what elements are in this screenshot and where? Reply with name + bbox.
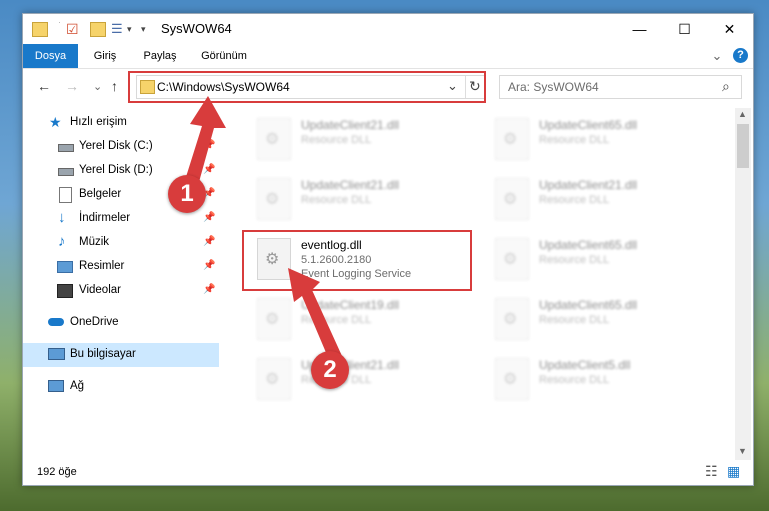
file-description: Resource DLL	[301, 194, 372, 206]
file-name: UpdateClient5.dll	[539, 358, 631, 372]
file-item[interactable]: UpdateClient5.dll Resource DLL	[481, 352, 711, 408]
new-folder-icon[interactable]	[90, 22, 106, 37]
file-item[interactable]: UpdateClient65.dll Resource DLL	[481, 292, 711, 348]
pictures-icon	[57, 261, 73, 273]
star-icon: ★	[49, 114, 62, 130]
status-bar: 192 öğe ☷ ▦	[23, 460, 753, 484]
sidebar-item-this-pc[interactable]: Bu bilgisayar	[23, 343, 219, 367]
recent-locations-button[interactable]: ⌄	[93, 80, 102, 93]
dll-file-icon	[257, 178, 291, 220]
file-item[interactable]: UpdateClient65.dll Resource DLL	[481, 232, 711, 288]
file-name: UpdateClient21.dll	[301, 118, 400, 132]
file-description: Resource DLL	[539, 314, 610, 326]
maximize-button[interactable]: ☐	[662, 14, 707, 44]
pin-icon[interactable]: 📌	[203, 284, 215, 295]
music-icon: ♪	[58, 233, 66, 250]
sidebar-item-network[interactable]: Ağ	[23, 375, 219, 399]
file-name: UpdateClient21.dll	[539, 178, 638, 192]
dll-file-icon	[495, 118, 529, 160]
file-name: UpdateClient21.dll	[301, 178, 400, 192]
cloud-icon	[48, 318, 64, 326]
file-item[interactable]: UpdateClient21.dll Resource DLL	[243, 112, 473, 168]
close-button[interactable]: ✕	[707, 14, 752, 44]
file-description: Resource DLL	[539, 134, 610, 146]
documents-icon	[59, 187, 72, 203]
scroll-up-icon[interactable]: ▲	[738, 109, 747, 119]
sidebar-item-label: Hızlı erişim	[70, 116, 127, 128]
file-name: UpdateClient65.dll	[539, 298, 638, 312]
properties-icon[interactable]: ☑	[66, 21, 82, 37]
drive-icon	[58, 144, 74, 152]
help-icon[interactable]: ?	[733, 48, 748, 63]
customize-toolbar-icon[interactable]: ▾	[141, 21, 157, 37]
sidebar-item-music[interactable]: ♪ Müzik 📌	[23, 231, 219, 255]
dll-file-icon	[495, 358, 529, 400]
title-bar: ☑ ☰ ▾ ▾ SysWOW64 — ☐ ✕	[23, 14, 753, 44]
videos-icon	[57, 284, 73, 298]
computer-icon	[48, 348, 65, 360]
up-button[interactable]: ↑	[111, 78, 118, 94]
minimize-button[interactable]: —	[617, 14, 662, 44]
sidebar-item-label: Yerel Disk (C:)	[79, 140, 153, 152]
step-1-badge: 1	[168, 175, 206, 213]
sidebar-item-label: Yerel Disk (D:)	[79, 164, 153, 176]
scroll-down-icon[interactable]: ▼	[738, 446, 747, 456]
downloads-icon: ↓	[58, 209, 66, 226]
sidebar-item-label: Belgeler	[79, 188, 122, 200]
expand-ribbon-icon[interactable]: ⌄	[709, 44, 725, 68]
pin-icon[interactable]: 📌	[203, 260, 215, 271]
tab-dosya[interactable]: Dosya	[23, 44, 78, 68]
tab-gorunum[interactable]: Görünüm	[195, 44, 253, 68]
file-description: Resource DLL	[539, 254, 610, 266]
scrollbar-thumb[interactable]	[737, 124, 749, 168]
file-name: UpdateClient65.dll	[539, 118, 638, 132]
details-view-icon[interactable]: ☷	[705, 463, 718, 480]
ribbon: Dosya Giriş Paylaş Görünüm ⌄ ?	[23, 44, 753, 69]
file-description: Resource DLL	[301, 134, 372, 146]
sidebar-item-label: Resimler	[79, 260, 125, 272]
sidebar-item-pictures[interactable]: Resimler 📌	[23, 255, 219, 279]
search-box[interactable]: Ara: SysWOW64 ⌕	[499, 75, 742, 99]
file-item[interactable]: UpdateClient21.dll Resource DLL	[481, 172, 711, 228]
file-name: UpdateClient65.dll	[539, 238, 638, 252]
tab-giris[interactable]: Giriş	[85, 44, 125, 68]
sidebar-item-onedrive[interactable]: OneDrive	[23, 311, 219, 335]
dll-file-icon	[257, 118, 291, 160]
step-2-badge: 2	[311, 351, 349, 389]
search-icon[interactable]: ⌕	[722, 78, 730, 95]
sidebar-item-label: Bu bilgisayar	[70, 348, 136, 360]
file-item[interactable]: UpdateClient21.dll Resource DLL	[243, 172, 473, 228]
item-count: 192 öğe	[37, 466, 77, 478]
sidebar-item-label: OneDrive	[70, 316, 119, 328]
file-description: Resource DLL	[539, 374, 610, 386]
dll-file-icon	[495, 298, 529, 340]
forward-button[interactable]: →	[65, 78, 79, 94]
tiles-view-icon[interactable]: ▦	[727, 463, 740, 480]
tab-paylas[interactable]: Paylaş	[135, 44, 185, 68]
file-description: Resource DLL	[539, 194, 610, 206]
view-options-icon[interactable]: ☰	[111, 21, 127, 37]
drive-icon	[58, 168, 74, 176]
pin-icon[interactable]: 📌	[203, 236, 215, 247]
network-icon	[48, 380, 64, 392]
sidebar-item-videos[interactable]: Videolar 📌	[23, 279, 219, 303]
sidebar-item-label: Müzik	[79, 236, 110, 248]
sidebar-item-label: Ağ	[70, 380, 85, 392]
window-title: SysWOW64	[161, 21, 232, 36]
file-item[interactable]: UpdateClient65.dll Resource DLL	[481, 112, 711, 168]
sidebar-item-label: Videolar	[79, 284, 121, 296]
sidebar-item-label: İndirmeler	[79, 212, 131, 224]
back-button[interactable]: ←	[37, 78, 51, 94]
vertical-scrollbar[interactable]: ▲ ▼	[735, 108, 751, 460]
dll-file-icon	[495, 178, 529, 220]
folder-icon	[32, 22, 48, 37]
dll-file-icon	[495, 238, 529, 280]
search-input[interactable]: Ara: SysWOW64	[508, 80, 599, 94]
